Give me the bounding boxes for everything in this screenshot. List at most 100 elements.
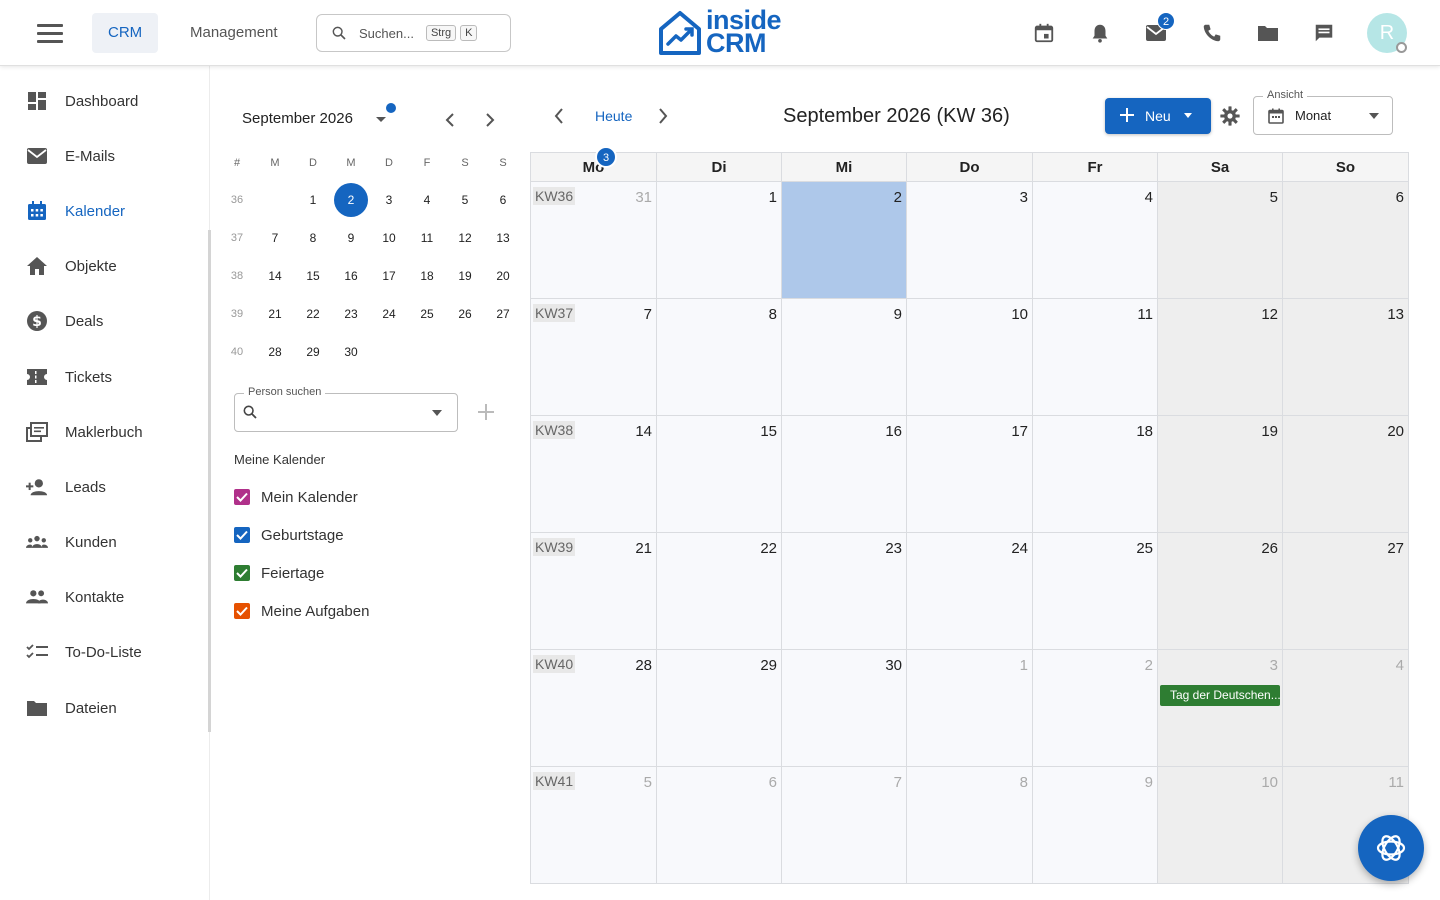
day-cell[interactable]: 29 <box>657 650 782 767</box>
day-cell[interactable]: 12 <box>1158 299 1283 416</box>
day-cell[interactable]: 19 <box>1158 416 1283 533</box>
logo[interactable]: inside CRM <box>658 7 782 57</box>
sidebar-item-objekte[interactable]: Objekte <box>0 244 208 288</box>
mini-day-cell[interactable]: 1 <box>294 181 332 219</box>
week-number-label[interactable]: KW40 <box>533 655 576 673</box>
mini-day-cell[interactable]: 6 <box>484 181 522 219</box>
sidebar-item-leads[interactable]: Leads <box>0 465 208 509</box>
day-cell[interactable]: 23 <box>782 533 907 650</box>
calendar-checkbox-meine-aufgaben[interactable]: Meine Aufgaben <box>234 599 369 623</box>
day-cell[interactable]: 8 <box>907 767 1033 883</box>
search-input[interactable]: Suchen... Strg K <box>316 14 511 52</box>
sidebar-item-kontakte[interactable]: Kontakte <box>0 575 208 619</box>
day-cell[interactable]: 16 <box>782 416 907 533</box>
day-cell[interactable]: 1 <box>907 650 1033 767</box>
sidebar-item-kunden[interactable]: Kunden <box>0 520 208 564</box>
sidebar-scrollbar[interactable] <box>208 230 211 732</box>
phone-icon[interactable] <box>1197 18 1227 48</box>
day-cell[interactable]: 2 <box>782 182 907 299</box>
calendar-checkbox-geburtstage[interactable]: Geburtstage <box>234 523 344 547</box>
day-cell[interactable]: 17 <box>907 416 1033 533</box>
mini-day-cell[interactable]: 10 <box>370 219 408 257</box>
mini-day-cell[interactable]: 4 <box>408 181 446 219</box>
event-count-badge[interactable]: 3 <box>595 146 617 168</box>
mini-day-cell[interactable]: 7 <box>256 219 294 257</box>
person-search-input[interactable] <box>234 393 458 432</box>
day-cell[interactable]: 11 <box>1033 299 1158 416</box>
day-cell[interactable]: 15 <box>657 416 782 533</box>
tab-crm[interactable]: CRM <box>92 13 159 53</box>
day-cell[interactable]: 30 <box>782 650 907 767</box>
day-cell[interactable]: 25 <box>1033 533 1158 650</box>
day-cell[interactable]: 18 <box>1033 416 1158 533</box>
day-cell[interactable]: 24 <box>907 533 1033 650</box>
mini-day-cell[interactable]: 9 <box>332 219 370 257</box>
mini-day-cell[interactable]: 11 <box>408 219 446 257</box>
day-cell[interactable]: 7 KW37 <box>531 299 657 416</box>
today-button[interactable]: Heute <box>595 108 632 124</box>
mini-day-cell[interactable]: 16 <box>332 257 370 295</box>
mini-day-cell[interactable]: 5 <box>446 181 484 219</box>
day-cell[interactable]: 7 <box>782 767 907 883</box>
day-cell[interactable]: 4 <box>1033 182 1158 299</box>
day-cell[interactable]: 5 KW41 <box>531 767 657 883</box>
day-cell[interactable]: 13 <box>1283 299 1408 416</box>
mini-next-button[interactable] <box>478 108 502 132</box>
menu-icon[interactable] <box>28 17 72 49</box>
day-cell[interactable]: 20 <box>1283 416 1408 533</box>
day-cell[interactable]: 6 <box>657 767 782 883</box>
day-cell[interactable]: 26 <box>1158 533 1283 650</box>
mini-day-cell[interactable]: 20 <box>484 257 522 295</box>
folder-icon[interactable] <box>1253 18 1283 48</box>
add-icon[interactable] <box>474 400 498 424</box>
mini-day-cell[interactable]: 15 <box>294 257 332 295</box>
day-cell[interactable]: 1 <box>657 182 782 299</box>
sidebar-item-dashboard[interactable]: Dashboard <box>0 79 208 123</box>
tab-management[interactable]: Management <box>174 13 294 53</box>
mini-calendar-title[interactable]: September 2026 <box>242 110 353 127</box>
mini-day-cell[interactable]: 17 <box>370 257 408 295</box>
view-select[interactable]: Monat <box>1253 96 1393 135</box>
mini-day-cell[interactable]: 28 <box>256 333 294 371</box>
mini-day-cell[interactable]: 29 <box>294 333 332 371</box>
sidebar-item-tickets[interactable]: Tickets <box>0 355 208 399</box>
mini-day-cell[interactable]: 24 <box>370 295 408 333</box>
mini-day-cell[interactable]: 13 <box>484 219 522 257</box>
week-number-label[interactable]: KW36 <box>533 187 576 205</box>
week-number-label[interactable]: KW38 <box>533 421 576 439</box>
chat-icon[interactable] <box>1309 18 1339 48</box>
day-cell[interactable]: 3 <box>1158 650 1283 767</box>
day-cell[interactable]: 27 <box>1283 533 1408 650</box>
sidebar-item-maklerbuch[interactable]: Maklerbuch <box>0 410 208 454</box>
day-cell[interactable]: 9 <box>1033 767 1158 883</box>
sidebar-item-deals[interactable]: $ Deals <box>0 299 208 343</box>
week-number-label[interactable]: KW37 <box>533 304 576 322</box>
mini-day-cell[interactable]: 19 <box>446 257 484 295</box>
day-cell[interactable]: 9 <box>782 299 907 416</box>
calendar-icon[interactable] <box>1029 18 1059 48</box>
day-cell[interactable]: 3 <box>907 182 1033 299</box>
week-number-label[interactable]: KW39 <box>533 538 576 556</box>
mini-day-cell[interactable]: 21 <box>256 295 294 333</box>
day-cell[interactable]: 22 <box>657 533 782 650</box>
day-cell[interactable]: 21 KW39 <box>531 533 657 650</box>
calendar-checkbox-mein-kalender[interactable]: Mein Kalender <box>234 485 358 509</box>
caret-down-icon[interactable] <box>374 113 388 125</box>
bell-icon[interactable] <box>1085 18 1115 48</box>
mini-day-cell[interactable]: 26 <box>446 295 484 333</box>
day-cell[interactable]: 28 KW40 <box>531 650 657 767</box>
sidebar-item-todo[interactable]: To-Do-Liste <box>0 630 208 674</box>
day-cell[interactable]: 31 KW36 <box>531 182 657 299</box>
mini-day-cell[interactable]: 27 <box>484 295 522 333</box>
mini-day-cell[interactable]: 18 <box>408 257 446 295</box>
mini-day-cell[interactable]: 8 <box>294 219 332 257</box>
sidebar-item-kalender[interactable]: Kalender <box>0 189 208 233</box>
day-cell[interactable]: 6 <box>1283 182 1408 299</box>
week-number-label[interactable]: KW41 <box>533 772 576 790</box>
ai-assistant-button[interactable] <box>1358 815 1424 881</box>
gear-icon[interactable] <box>1219 105 1241 127</box>
mini-day-cell[interactable]: 14 <box>256 257 294 295</box>
prev-month-button[interactable] <box>547 104 571 128</box>
mini-day-cell[interactable]: 30 <box>332 333 370 371</box>
mini-day-cell[interactable]: 2 <box>332 181 370 219</box>
